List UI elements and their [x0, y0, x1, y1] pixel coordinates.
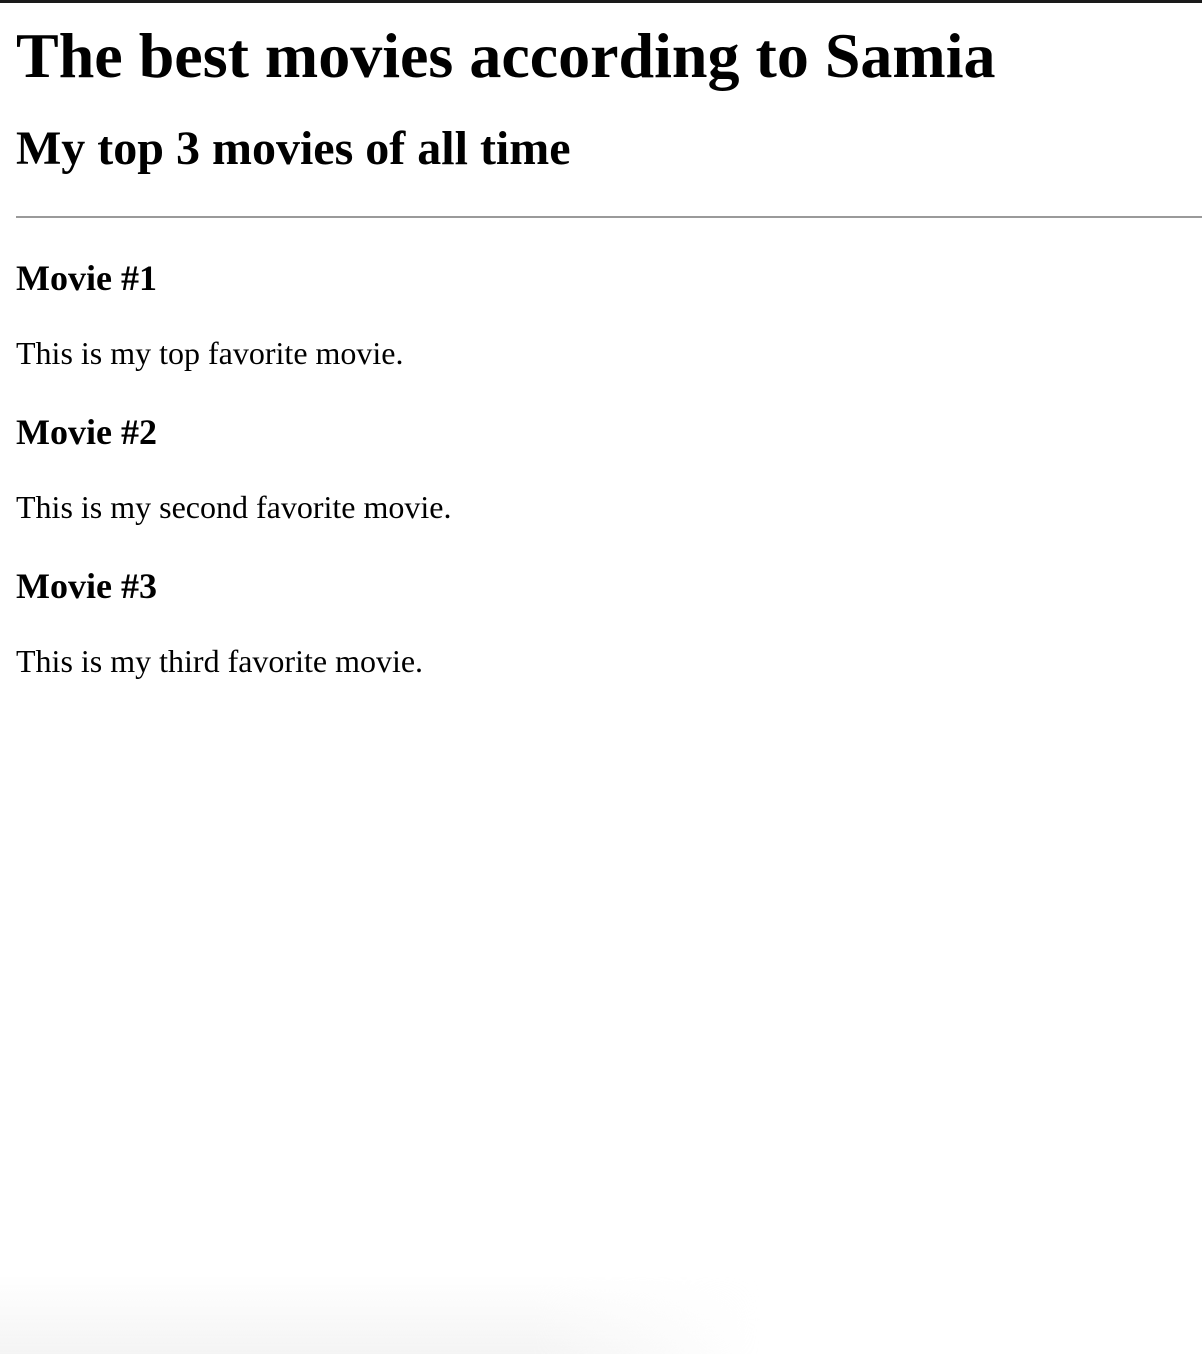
movie-heading: Movie #1	[16, 258, 157, 298]
movie-heading: Movie #2	[16, 412, 157, 452]
movie-description: This is my second favorite movie.	[16, 489, 452, 525]
page-subtitle: My top 3 movies of all time	[16, 122, 571, 175]
movie-entry-3: Movie #3 This is my third favorite movie…	[16, 564, 1202, 680]
movie-entry-1: Movie #1 This is my top favorite movie.	[16, 256, 1202, 372]
movie-entry-2: Movie #2 This is my second favorite movi…	[16, 410, 1202, 526]
bottom-shadow	[0, 1274, 760, 1354]
page-title: The best movies according to Samia	[16, 20, 996, 91]
section-divider	[16, 216, 1202, 218]
page-content: The best movies according to Samia My to…	[16, 0, 1202, 680]
movie-description: This is my third favorite movie.	[16, 643, 424, 679]
movie-heading: Movie #3	[16, 566, 157, 606]
movie-description: This is my top favorite movie.	[16, 335, 404, 371]
